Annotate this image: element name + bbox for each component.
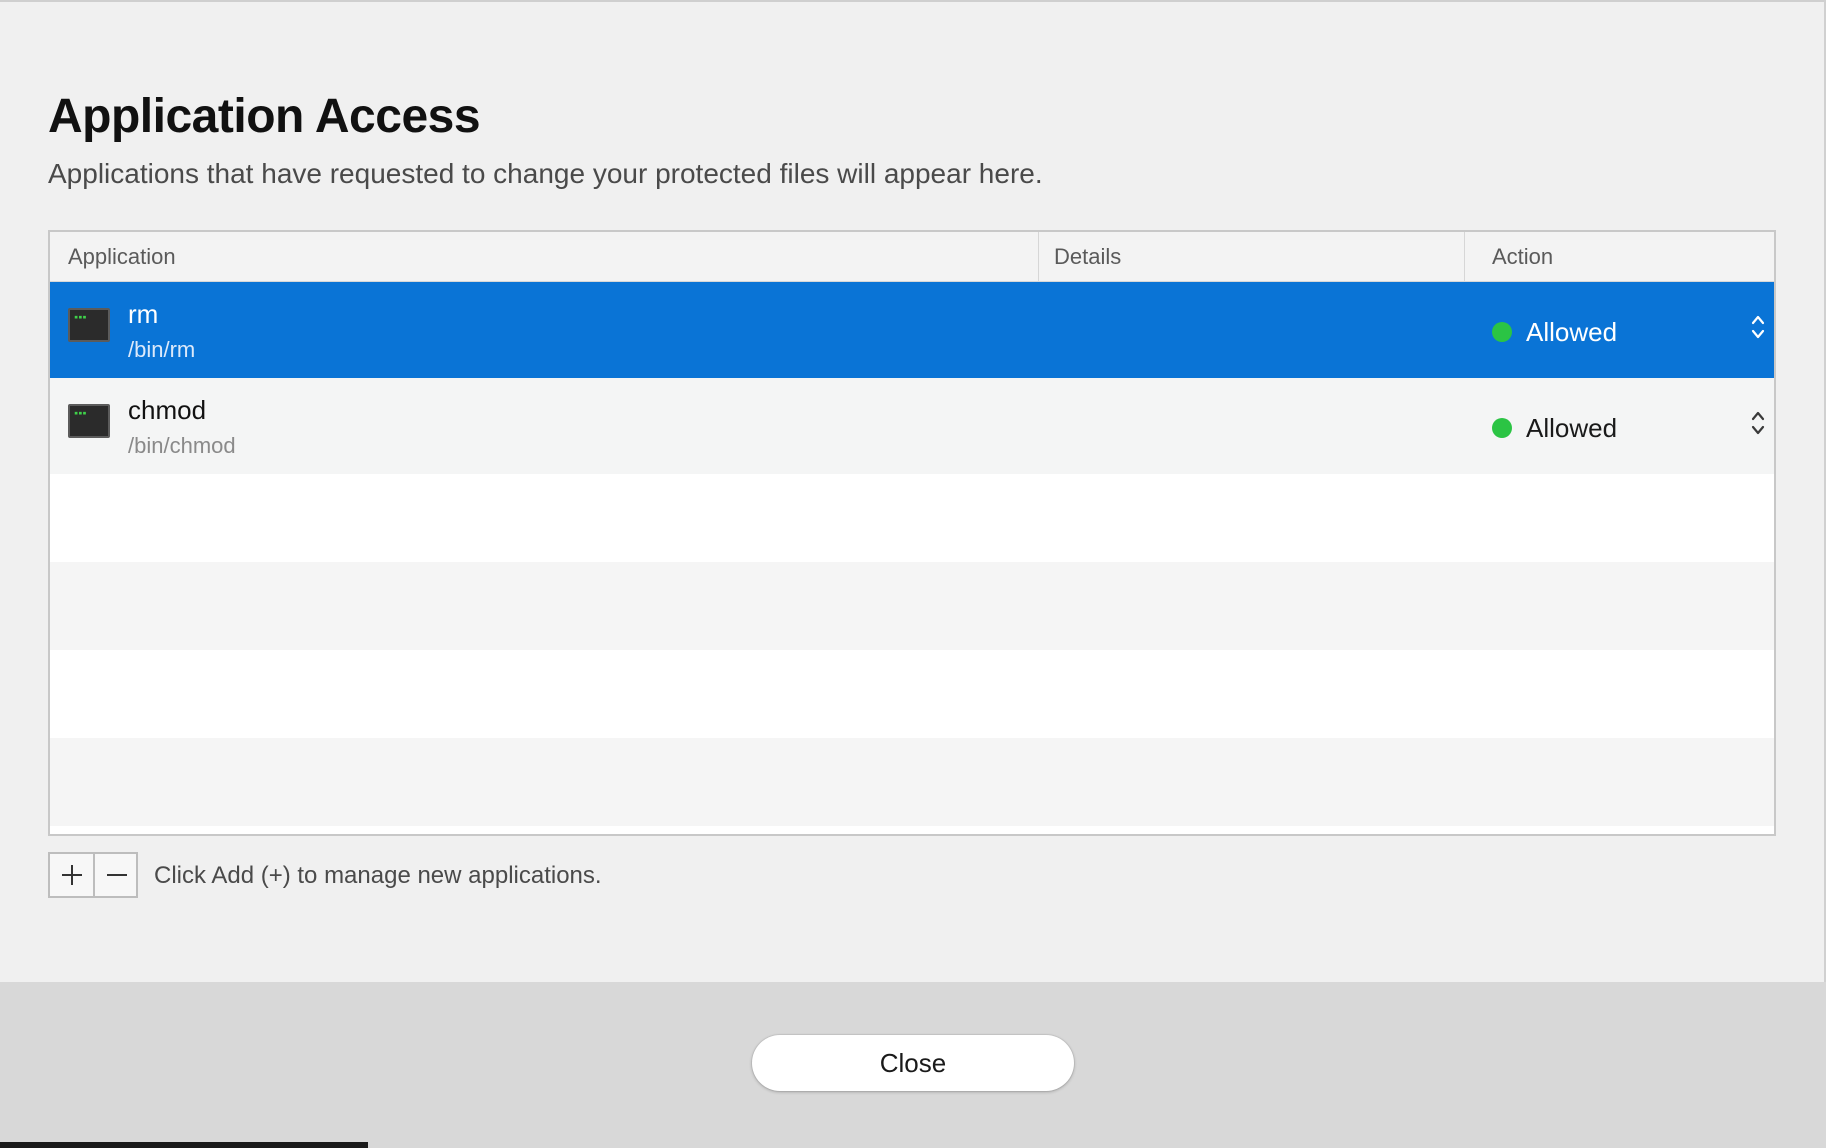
application-table: Application Details Action ▪▪▪ rm /bin/r… [48, 230, 1776, 836]
add-hint-text: Click Add (+) to manage new applications… [154, 862, 602, 889]
app-name: rm [128, 299, 159, 329]
column-header-action[interactable]: Action [1492, 232, 1553, 281]
app-name: chmod [128, 395, 207, 425]
bottom-indicator-bar [0, 1142, 368, 1148]
empty-table-row [50, 474, 1774, 562]
table-row[interactable]: ▪▪▪ rm /bin/rm Allowed [50, 282, 1774, 378]
empty-table-row [50, 562, 1774, 650]
status-allowed-icon [1492, 322, 1512, 342]
column-header-details[interactable]: Details [1054, 232, 1121, 281]
column-divider[interactable] [1464, 232, 1465, 281]
terminal-prompt-glyph: ▪▪▪ [74, 409, 87, 417]
page-title: Application Access [48, 90, 481, 143]
terminal-prompt-glyph: ▪▪▪ [74, 313, 87, 321]
window-top-border [0, 0, 1826, 2]
chevron-up-down-icon[interactable] [1750, 408, 1766, 438]
column-divider[interactable] [1038, 232, 1039, 281]
add-remove-button-group [48, 852, 138, 898]
terminal-icon: ▪▪▪ [68, 404, 110, 438]
terminal-icon: ▪▪▪ [68, 308, 110, 342]
plus-icon [62, 865, 82, 885]
empty-table-row [50, 738, 1774, 826]
action-select-value[interactable]: Allowed [1526, 315, 1617, 349]
table-header: Application Details Action [50, 232, 1774, 282]
close-button[interactable]: Close [752, 1035, 1074, 1091]
column-header-application[interactable]: Application [68, 232, 176, 281]
status-allowed-icon [1492, 418, 1512, 438]
empty-table-row [50, 650, 1774, 738]
minus-icon [106, 874, 127, 876]
app-path: /bin/chmod [128, 433, 236, 458]
chevron-up-down-icon[interactable] [1750, 312, 1766, 342]
add-button[interactable] [50, 854, 93, 896]
app-path: /bin/rm [128, 337, 196, 362]
remove-button[interactable] [92, 854, 136, 896]
page-subtitle: Applications that have requested to chan… [48, 158, 1043, 189]
table-row[interactable]: ▪▪▪ chmod /bin/chmod Allowed [50, 378, 1774, 474]
action-select-value[interactable]: Allowed [1526, 411, 1617, 445]
